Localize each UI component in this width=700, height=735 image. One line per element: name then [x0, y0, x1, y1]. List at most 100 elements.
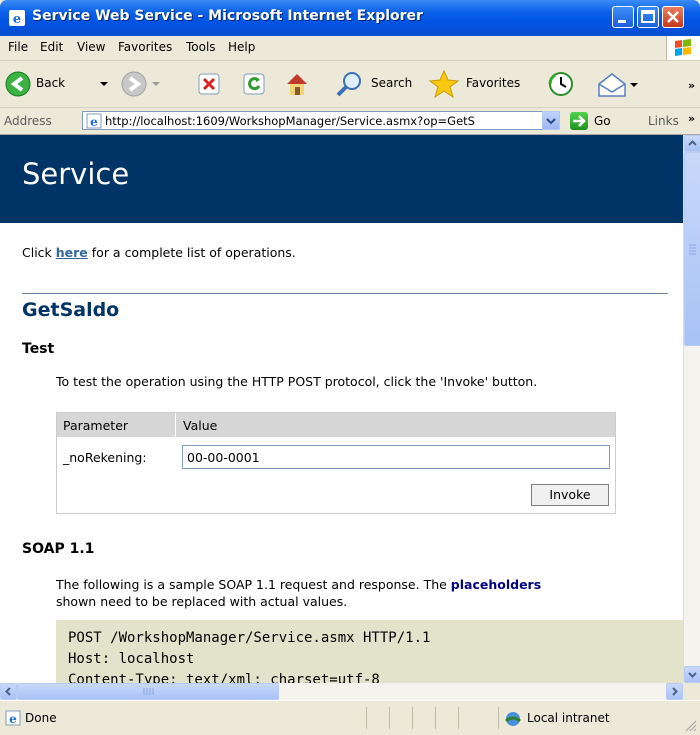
intro-suffix: for a complete list of operations.: [87, 245, 296, 260]
forward-arrow-icon[interactable]: [120, 70, 148, 98]
search-icon[interactable]: [334, 70, 364, 98]
maximize-button[interactable]: [637, 6, 659, 28]
home-icon[interactable]: [283, 70, 311, 98]
scroll-down-button[interactable]: [684, 666, 700, 683]
svg-text:e: e: [9, 712, 17, 726]
status-divider: [389, 707, 390, 729]
windows-flag-icon: [666, 36, 700, 60]
svg-text:e: e: [13, 12, 21, 27]
back-dropdown-icon[interactable]: [100, 82, 108, 87]
stop-icon[interactable]: [198, 73, 220, 95]
svg-text:e: e: [90, 115, 98, 129]
page-done-icon: e: [5, 710, 21, 726]
close-icon: [667, 11, 679, 23]
menu-edit[interactable]: Edit: [40, 40, 63, 54]
scroll-up-button[interactable]: [684, 135, 700, 152]
mail-icon[interactable]: [596, 70, 628, 98]
toolbar: Back Search Favorites »: [0, 61, 700, 108]
back-arrow-icon[interactable]: [4, 70, 32, 98]
soap-description-line-1: The following is a sample SOAP 1.1 reque…: [56, 577, 541, 592]
favorites-button-label[interactable]: Favorites: [466, 76, 520, 90]
page-icon: e: [86, 113, 102, 129]
intro-prefix: Click: [22, 245, 56, 260]
title-bar[interactable]: e Service Web Service - Microsoft Intern…: [0, 0, 700, 36]
menu-view[interactable]: View: [77, 40, 105, 54]
address-dropdown-button[interactable]: [542, 111, 560, 130]
parameter-column-header: Parameter: [63, 418, 129, 433]
invoke-button[interactable]: Invoke: [531, 484, 609, 506]
table-header: Parameter Value: [57, 413, 615, 437]
soap-heading: SOAP 1.1: [22, 541, 95, 557]
mail-dropdown-icon[interactable]: [630, 83, 638, 88]
placeholders-term: placeholders: [450, 577, 542, 592]
status-divider: [498, 707, 499, 729]
toolbar-chevron-icon[interactable]: »: [688, 79, 695, 92]
intranet-zone-icon: [505, 712, 521, 726]
menu-file[interactable]: File: [8, 40, 28, 54]
menu-tools[interactable]: Tools: [186, 40, 216, 54]
scroll-left-button[interactable]: [0, 683, 17, 700]
links-chevron-icon[interactable]: »: [688, 112, 695, 125]
test-description: To test the operation using the HTTP POS…: [56, 374, 538, 389]
header-divider: [175, 413, 176, 437]
address-label: Address: [4, 114, 52, 128]
page-header: Service: [0, 135, 683, 223]
grip-icon: [689, 244, 696, 255]
status-divider: [435, 707, 436, 729]
test-heading: Test: [22, 341, 55, 357]
chevron-right-icon: [672, 687, 678, 696]
go-button[interactable]: Go: [594, 114, 611, 128]
address-bar: Address e http://localhost:1609/Workshop…: [0, 108, 700, 135]
code-block: POST /WorkshopManager/Service.asmx HTTP/…: [56, 620, 683, 683]
address-input[interactable]: e http://localhost:1609/WorkshopManager/…: [82, 111, 560, 130]
divider: [22, 293, 668, 294]
menu-bar: File Edit View Favorites Tools Help: [0, 36, 700, 61]
page-title: Service: [22, 157, 130, 191]
close-button[interactable]: [662, 6, 684, 28]
code-line: POST /WorkshopManager/Service.asmx HTTP/…: [68, 630, 431, 646]
minimize-button[interactable]: [612, 6, 634, 28]
status-bar: e Done Local intranet: [0, 700, 700, 735]
address-url[interactable]: http://localhost:1609/WorkshopManager/Se…: [105, 114, 535, 128]
ie-logo-icon: e: [9, 10, 25, 27]
status-text: Done: [25, 711, 57, 725]
value-column-header: Value: [183, 418, 218, 433]
vertical-scrollbar[interactable]: [683, 135, 700, 683]
window-title: Service Web Service - Microsoft Internet…: [32, 8, 423, 24]
zone-label: Local intranet: [527, 711, 610, 725]
chevron-left-icon: [5, 687, 11, 696]
search-button-label[interactable]: Search: [371, 76, 412, 90]
soap-description-line-2: shown need to be replaced with actual va…: [56, 594, 348, 609]
code-line: Content-Type: text/xml; charset=utf-8: [68, 672, 380, 683]
resize-grip-icon[interactable]: [684, 719, 698, 733]
soap-text-start: The following is a sample SOAP 1.1 reque…: [56, 577, 451, 592]
menu-help[interactable]: Help: [228, 40, 255, 54]
horizontal-scroll-thumb[interactable]: [17, 683, 279, 700]
status-divider: [458, 707, 459, 729]
chevron-up-icon: [688, 140, 697, 146]
scroll-corner: [683, 683, 700, 700]
horizontal-scrollbar[interactable]: [0, 683, 683, 700]
parameter-table: Parameter Value _noRekening: Invoke: [56, 412, 616, 514]
norekening-input[interactable]: [182, 445, 610, 469]
go-arrow-icon[interactable]: [570, 112, 588, 130]
parameter-name: _noRekening:: [63, 450, 147, 465]
chevron-down-icon: [688, 672, 697, 678]
links-button[interactable]: Links: [648, 114, 679, 128]
menu-favorites[interactable]: Favorites: [118, 40, 172, 54]
history-icon[interactable]: [547, 71, 575, 97]
status-divider: [412, 707, 413, 729]
back-button-label[interactable]: Back: [36, 76, 65, 90]
page-viewport: Service Click here for a complete list o…: [0, 135, 683, 683]
intro-text: Click here for a complete list of operat…: [22, 245, 296, 260]
scroll-right-button[interactable]: [666, 683, 683, 700]
operations-link[interactable]: here: [56, 245, 88, 260]
grip-icon: [143, 688, 154, 695]
operation-title: GetSaldo: [22, 299, 120, 321]
forward-dropdown-icon[interactable]: [152, 82, 160, 87]
favorites-star-icon[interactable]: [428, 69, 460, 99]
status-divider: [366, 707, 367, 729]
chevron-down-icon: [546, 118, 556, 125]
scroll-thumb[interactable]: [684, 152, 700, 346]
refresh-icon[interactable]: [243, 73, 265, 95]
